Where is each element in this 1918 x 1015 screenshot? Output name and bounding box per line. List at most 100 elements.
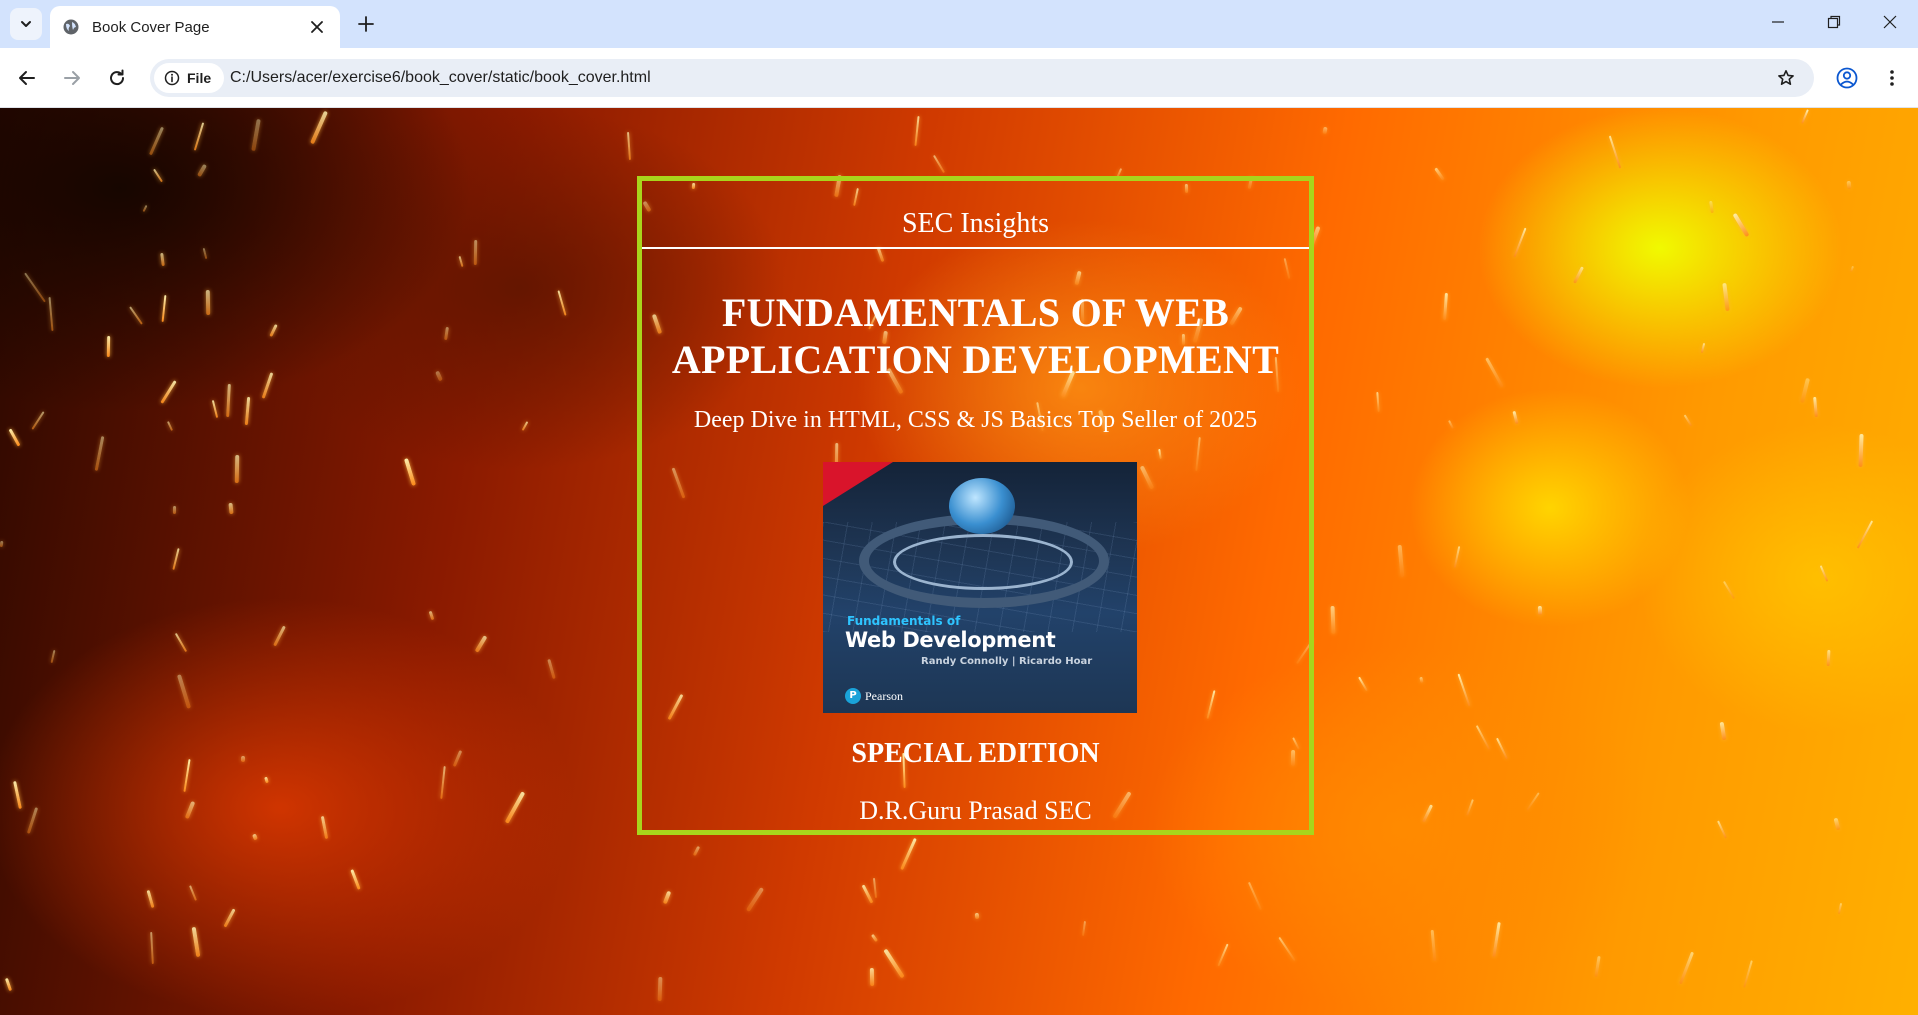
ember-spark <box>1819 565 1829 582</box>
ember-spark <box>1466 799 1474 816</box>
ember-spark <box>106 335 111 358</box>
ember-spark <box>1419 676 1424 684</box>
ember-spark <box>1743 960 1753 988</box>
ember-spark <box>273 625 286 647</box>
ember-spark <box>974 912 980 920</box>
ember-spark <box>1722 580 1736 600</box>
tab-strip: Book Cover Page <box>0 0 1918 48</box>
book-cover-image: Fundamentals of Web Development Randy Co… <box>823 462 1137 713</box>
ember-spark <box>13 780 22 810</box>
ember-spark <box>861 884 874 904</box>
ember-spark <box>872 877 878 899</box>
ember-spark <box>1496 737 1508 760</box>
minimize-button[interactable] <box>1750 0 1806 44</box>
profile-icon <box>1836 67 1858 89</box>
kebab-menu-icon <box>1890 70 1894 86</box>
globe-icon <box>949 478 1015 534</box>
ember-spark <box>458 255 464 268</box>
ember-spark <box>4 977 13 992</box>
ember-spark <box>261 372 274 399</box>
ember-spark <box>1683 414 1693 427</box>
ember-spark <box>900 837 917 871</box>
tab-close-button[interactable] <box>306 16 328 38</box>
ember-spark <box>1421 804 1434 823</box>
ember-spark <box>547 658 556 680</box>
ember-spark <box>189 885 197 901</box>
publisher-logo-icon: P <box>845 688 861 704</box>
profile-button[interactable] <box>1830 61 1864 95</box>
image-publisher: P Pearson <box>845 688 903 704</box>
page-viewport: SEC Insights FUNDAMENTALS OF WEB APPLICA… <box>0 108 1918 1015</box>
ember-spark <box>176 674 192 709</box>
ember-spark <box>1512 410 1519 425</box>
site-info-chip[interactable]: File <box>154 63 224 93</box>
ember-spark <box>1217 943 1229 967</box>
ember-spark <box>1443 292 1448 321</box>
ember-spark <box>1448 420 1454 429</box>
ember-spark <box>1322 126 1328 135</box>
back-button[interactable] <box>10 61 44 95</box>
reload-button[interactable] <box>100 61 134 95</box>
ember-spark <box>557 290 567 316</box>
ember-spark <box>240 755 246 763</box>
ember-spark <box>932 154 946 174</box>
ember-spark <box>440 765 446 800</box>
ember-spark <box>444 326 449 341</box>
ember-spark <box>94 436 105 471</box>
tab-search-button[interactable] <box>10 8 42 40</box>
image-main-title: Web Development <box>845 628 1056 652</box>
globe-icon <box>62 18 80 36</box>
ember-spark <box>1813 396 1818 418</box>
url-text[interactable]: C:/Users/acer/exercise6/book_cover/stati… <box>230 59 651 97</box>
ember-spark <box>129 306 143 325</box>
ember-spark <box>1492 921 1501 958</box>
ember-spark <box>153 168 163 183</box>
ember-spark <box>1837 902 1843 915</box>
ember-spark <box>0 540 4 548</box>
ember-spark <box>150 931 154 965</box>
ember-spark <box>264 776 269 784</box>
restore-button[interactable] <box>1806 0 1862 44</box>
new-tab-button[interactable] <box>352 10 380 38</box>
ember-spark <box>1800 377 1810 404</box>
star-icon <box>1778 70 1794 85</box>
arrow-right-icon <box>64 71 80 85</box>
ember-spark <box>48 296 54 332</box>
restore-icon <box>1827 15 1841 29</box>
ember-spark <box>160 252 165 267</box>
ember-spark <box>252 833 258 841</box>
ember-spark <box>142 204 148 213</box>
chevron-down-icon <box>21 21 31 27</box>
bookmark-button[interactable] <box>1772 64 1800 92</box>
active-tab[interactable]: Book Cover Page <box>50 6 340 48</box>
series-title: SEC Insights <box>901 208 1050 239</box>
ember-spark <box>1573 266 1584 284</box>
ember-spark <box>1430 929 1437 962</box>
reload-icon <box>110 69 125 86</box>
ember-spark <box>269 324 278 337</box>
ember-spark <box>251 118 261 152</box>
browser-menu-button[interactable] <box>1875 61 1909 95</box>
ember-spark <box>1475 725 1491 750</box>
ember-spark <box>320 815 329 840</box>
image-inner-ring <box>893 534 1073 590</box>
ember-spark <box>1526 792 1540 811</box>
address-bar[interactable]: File C:/Users/acer/exercise6/book_cover/… <box>150 59 1814 97</box>
ember-spark <box>1247 881 1263 911</box>
ember-spark <box>172 548 180 570</box>
close-window-button[interactable] <box>1862 0 1918 44</box>
ember-spark <box>662 890 672 905</box>
arrow-left-icon <box>19 71 35 85</box>
forward-button[interactable] <box>55 61 89 95</box>
ember-spark <box>452 750 463 767</box>
ember-spark <box>228 502 234 515</box>
ember-spark <box>205 289 211 316</box>
ember-spark <box>1717 820 1727 839</box>
ember-spark <box>223 908 236 928</box>
close-icon <box>1883 15 1897 29</box>
ember-spark <box>870 933 879 943</box>
ember-spark <box>869 967 875 987</box>
ember-spark <box>1485 357 1504 388</box>
ember-spark <box>161 294 167 323</box>
ember-spark <box>226 383 231 418</box>
